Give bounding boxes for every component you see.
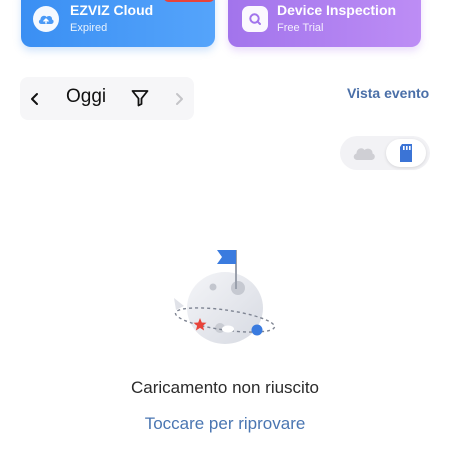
cloud-storage-option[interactable] xyxy=(348,142,380,164)
cloud-upload-icon xyxy=(33,6,59,32)
event-view-link[interactable]: Vista evento xyxy=(347,85,429,101)
cloud-icon xyxy=(353,148,375,160)
sd-card-icon xyxy=(400,144,412,162)
previous-day-button[interactable] xyxy=(22,77,48,120)
next-day-button[interactable] xyxy=(166,77,192,120)
inspection-card-title: Device Inspection xyxy=(277,2,397,18)
date-navigation-bar: Oggi xyxy=(20,77,194,120)
retry-button[interactable]: Toccare per riprovare xyxy=(0,414,450,434)
chevron-right-icon xyxy=(176,92,183,105)
device-inspection-card[interactable]: Device Inspection Free Trial xyxy=(228,0,421,47)
sd-card-storage-option[interactable] xyxy=(386,139,426,167)
cloud-card-title: EZVIZ Cloud xyxy=(70,2,154,18)
chevron-left-icon xyxy=(31,92,38,105)
load-error-message: Caricamento non riuscito xyxy=(130,378,320,397)
inspection-card-status: Free Trial xyxy=(277,22,324,34)
expired-badge xyxy=(163,0,215,2)
current-date-label: Oggi xyxy=(66,86,107,107)
cloud-card-status: Expired xyxy=(70,22,108,34)
filter-button[interactable] xyxy=(127,85,153,111)
storage-source-toggle xyxy=(340,136,430,170)
playback-page: EZVIZ Cloud Expired Device Inspection Fr… xyxy=(0,0,450,450)
filter-icon xyxy=(131,90,149,107)
planet-flag-illustration xyxy=(174,250,276,344)
inspection-icon xyxy=(242,6,268,32)
ezviz-cloud-card[interactable]: EZVIZ Cloud Expired xyxy=(21,0,215,47)
